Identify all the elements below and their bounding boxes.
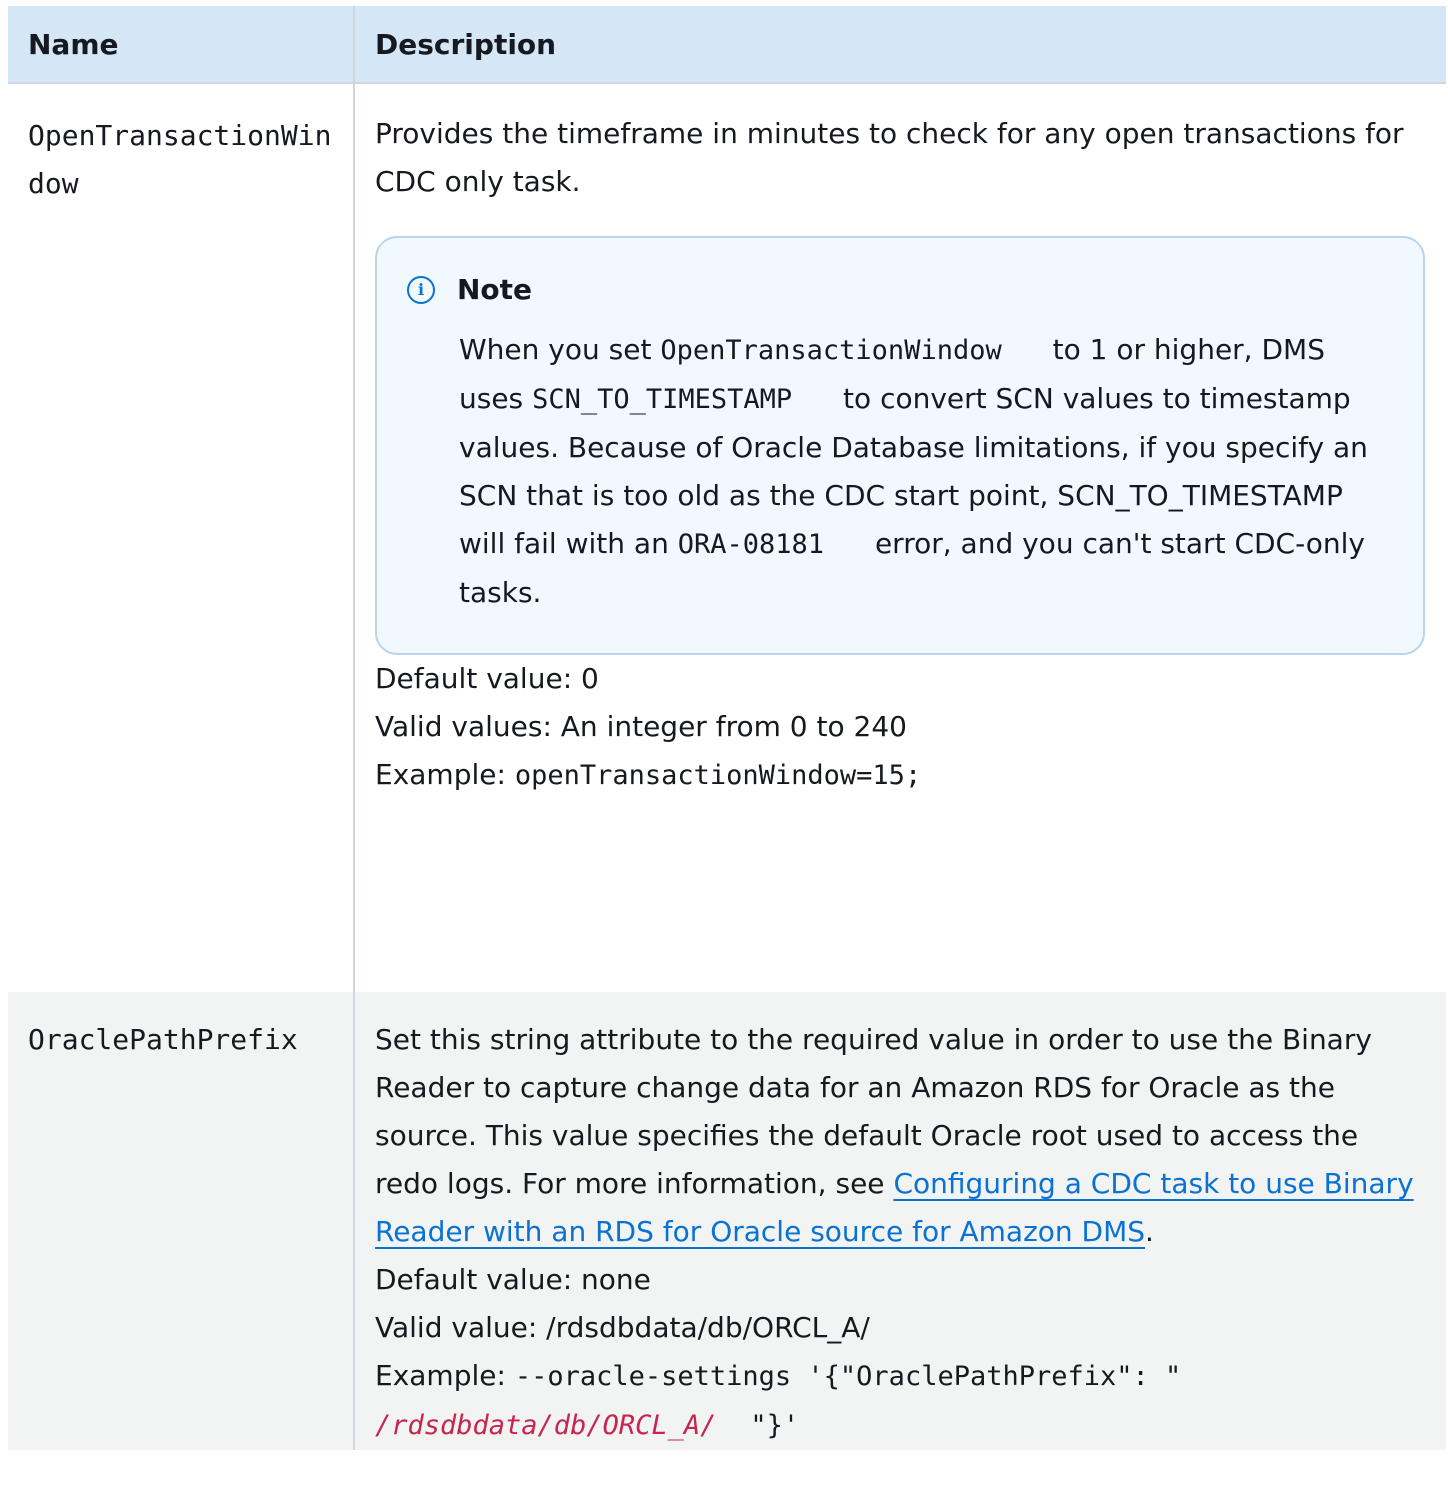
description-text: Provides the timeframe in minutes to che… (375, 117, 1404, 198)
note-code: SCN_TO_TIMESTAMP (532, 384, 793, 415)
example: Example: --oracle-settings '{"OraclePath… (375, 1352, 1428, 1450)
info-icon: i (407, 276, 435, 304)
description-end: . (1145, 1215, 1154, 1248)
table-row: OraclePathPrefix Set this string attribu… (8, 992, 1446, 1450)
description-text: Set this string attribute to the require… (375, 1016, 1428, 1256)
column-header-description: Description (353, 6, 1446, 84)
note-body: When you set OpenTransactionWindow to 1 … (459, 326, 1395, 617)
parameter-name: OpenTransactionWindow (8, 83, 354, 992)
note-code: OpenTransactionWindow (660, 335, 1002, 366)
parameters-table: Name Description OpenTransactionWindow P… (8, 6, 1446, 1450)
parameter-name-text: OraclePathPrefix (28, 1023, 298, 1056)
example-code: openTransactionWindow=15; (514, 760, 922, 791)
example-label: Example: (375, 1359, 515, 1392)
note-title: Note (457, 273, 533, 306)
example-code-end: "}' (750, 1410, 800, 1441)
note-code: ORA-08181 (677, 529, 825, 560)
note-text: When you set (459, 333, 661, 366)
column-header-name: Name (8, 6, 354, 84)
parameter-description: Set this string attribute to the require… (353, 992, 1446, 1450)
example-code-placeholder: /rdsdbdata/db/ORCL_A/ (375, 1410, 717, 1441)
example: Example: openTransactionWindow=15; (375, 751, 1428, 800)
default-value: Default value: none (375, 1263, 651, 1296)
valid-value: Valid value: /rdsdbdata/db/ORCL_A/ (375, 1311, 870, 1344)
example-label: Example: (375, 758, 515, 791)
default-value: Default value: 0 (375, 662, 599, 695)
parameter-name: OraclePathPrefix (8, 992, 354, 1450)
note-callout: i Note When you set OpenTransactionWindo… (375, 236, 1425, 655)
example-code: --oracle-settings '{"OraclePathPrefix": … (514, 1361, 1182, 1392)
table-row: OpenTransactionWindow Provides the timef… (8, 83, 1446, 992)
parameter-name-text: OpenTransactionWindow (28, 119, 332, 200)
valid-values: Valid values: An integer from 0 to 240 (375, 710, 907, 743)
table-header-row: Name Description (8, 6, 1446, 84)
note-header: i Note (407, 270, 1395, 310)
parameter-description: Provides the timeframe in minutes to che… (353, 83, 1446, 992)
